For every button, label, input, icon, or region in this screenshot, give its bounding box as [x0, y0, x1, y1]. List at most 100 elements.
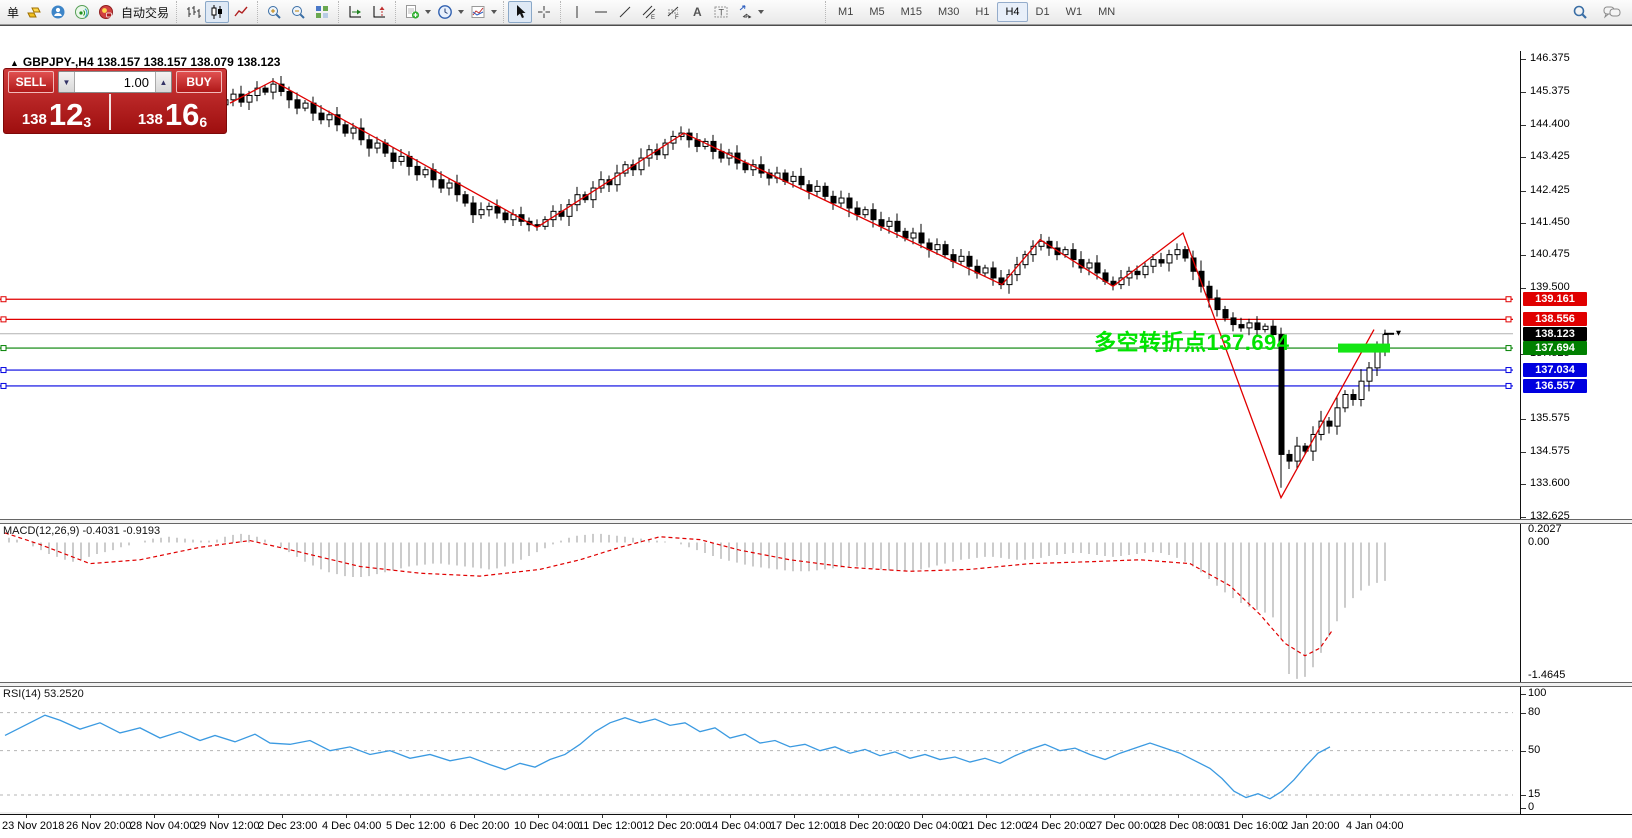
arrows-caret[interactable] — [758, 10, 765, 14]
one-click-trade-panel: SELL ▼ 1.00 ▲ BUY 138 12 3 138 16 6 — [3, 68, 227, 134]
candlestick-icon[interactable] — [205, 1, 230, 23]
timeframe-m30[interactable]: M30 — [930, 2, 967, 22]
chat-icon[interactable] — [1600, 1, 1624, 23]
volume-value[interactable]: 1.00 — [75, 75, 155, 90]
search-icon[interactable] — [1568, 1, 1592, 23]
periods-clock-icon[interactable] — [433, 1, 457, 23]
rsi-splitter[interactable] — [0, 682, 1632, 687]
autotrade-label[interactable]: 自动交易 — [118, 4, 172, 21]
time-label: 18 Dec 20:00 — [834, 820, 900, 832]
price-tick — [1521, 59, 1526, 60]
timeframe-bar: M1 M5 M15 M30 H1 H4 D1 W1 MN — [825, 1, 1127, 23]
autotrade-icon[interactable] — [94, 1, 118, 23]
templates-icon[interactable] — [466, 1, 490, 23]
rsi-tick — [1521, 808, 1526, 809]
time-tick — [282, 815, 283, 818]
time-label: 4 Jan 04:00 — [1346, 820, 1404, 832]
fibonacci-icon[interactable]: F — [661, 1, 685, 23]
time-tick — [1050, 815, 1051, 818]
time-axis[interactable]: 23 Nov 2018 26 Nov 20:00 28 Nov 04:00 29 No… — [0, 814, 1632, 838]
time-tick — [474, 815, 475, 818]
crosshair-icon[interactable] — [532, 1, 556, 23]
time-tick — [538, 815, 539, 818]
arrows-icon[interactable] — [733, 1, 757, 23]
time-tick — [858, 815, 859, 818]
timeframe-m1[interactable]: M1 — [830, 2, 861, 22]
indicators-caret[interactable] — [425, 10, 432, 14]
cursor-icon[interactable] — [508, 1, 533, 23]
price-tick — [1521, 92, 1526, 94]
buy-button[interactable]: BUY — [176, 71, 222, 93]
rsi-axis-label: 50 — [1528, 743, 1541, 756]
time-tick — [1178, 815, 1179, 818]
horizontal-line-icon[interactable] — [589, 1, 613, 23]
timeframe-mn[interactable]: MN — [1090, 2, 1123, 22]
rsi-axis-label: 80 — [1528, 705, 1541, 718]
chart-shift-icon[interactable] — [367, 1, 391, 23]
timeframe-m5[interactable]: M5 — [861, 2, 892, 22]
timeframe-h4[interactable]: H4 — [997, 2, 1028, 22]
community-icon[interactable] — [46, 1, 70, 23]
auto-scroll-icon[interactable] — [343, 1, 367, 23]
price-axis[interactable]: 146.375 145.375 144.400 143.425 142.425 141.4… — [1520, 51, 1632, 814]
time-tick — [346, 815, 347, 818]
trendline-icon[interactable] — [613, 1, 637, 23]
timeframe-d1[interactable]: D1 — [1028, 2, 1058, 22]
line-chart-icon[interactable] — [229, 1, 253, 23]
text-icon[interactable]: A — [685, 1, 709, 23]
vertical-line-icon[interactable] — [565, 1, 589, 23]
time-label: 11 Dec 12:00 — [578, 820, 643, 832]
buy-price-sup: 6 — [199, 114, 208, 130]
macd-pane — [4, 532, 1386, 679]
toolbar-right — [1568, 1, 1632, 23]
rsi-axis-label: 15 — [1528, 787, 1541, 800]
signals-icon[interactable] — [70, 1, 94, 23]
sell-price[interactable]: 138 12 3 — [4, 94, 111, 130]
price-tick-label: 139.500 — [1530, 280, 1570, 293]
price-tick — [1521, 223, 1526, 224]
periods-caret[interactable] — [458, 10, 465, 14]
rsi-pane — [0, 712, 1513, 800]
rsi-label: RSI(14) 53.2520 — [3, 688, 84, 700]
templates-caret[interactable] — [491, 10, 498, 14]
indicators-icon[interactable] — [400, 1, 424, 23]
channel-icon[interactable]: E — [637, 1, 661, 23]
time-tick — [1370, 815, 1371, 818]
buy-price[interactable]: 138 16 6 — [119, 94, 226, 130]
time-tick — [794, 815, 795, 818]
time-tick — [602, 815, 603, 818]
volume-up-button[interactable]: ▲ — [155, 72, 171, 92]
price-tick-label: 141.450 — [1530, 216, 1570, 228]
buy-price-prefix: 138 — [137, 111, 163, 128]
sell-button[interactable]: SELL — [8, 71, 54, 93]
toolbar-group-scroll — [338, 1, 395, 23]
price-tick — [1521, 418, 1526, 420]
macd-axis-label: 0.00 — [1528, 535, 1550, 548]
new-order-icon[interactable] — [22, 1, 46, 23]
timeframe-w1[interactable]: W1 — [1058, 2, 1091, 22]
volume-stepper: ▼ 1.00 ▲ — [58, 71, 172, 93]
time-label: 2 Jan 20:00 — [1282, 820, 1340, 832]
macd-splitter[interactable] — [0, 519, 1632, 524]
price-chart — [0, 75, 1513, 500]
bar-chart-icon[interactable] — [181, 1, 205, 23]
time-label: 21 Dec 12:00 — [962, 820, 1028, 832]
toolbar: 单 自动交易 E F A T M1 M5 M15 M30 H1 H4 D1 W1… — [0, 0, 1632, 25]
time-tick — [218, 815, 219, 818]
timeframe-h1[interactable]: H1 — [967, 2, 997, 22]
panel-collapse-icon[interactable]: ▲ — [10, 58, 19, 68]
toolbar-group-trade: 单 自动交易 — [0, 1, 176, 23]
time-tick — [1114, 815, 1115, 818]
zoom-in-icon[interactable] — [262, 1, 286, 23]
svg-text:A: A — [693, 5, 702, 19]
text-label-icon[interactable]: T — [709, 1, 733, 23]
tile-windows-icon[interactable] — [310, 1, 334, 23]
time-tick — [26, 815, 27, 818]
orders-label[interactable]: 单 — [4, 4, 22, 21]
zoom-out-icon[interactable] — [286, 1, 310, 23]
volume-down-button[interactable]: ▼ — [59, 72, 75, 92]
price-tick — [1521, 124, 1526, 126]
timeframe-m15[interactable]: M15 — [893, 2, 930, 22]
time-label: 27 Dec 00:00 — [1090, 820, 1156, 832]
time-tick — [1306, 815, 1307, 818]
